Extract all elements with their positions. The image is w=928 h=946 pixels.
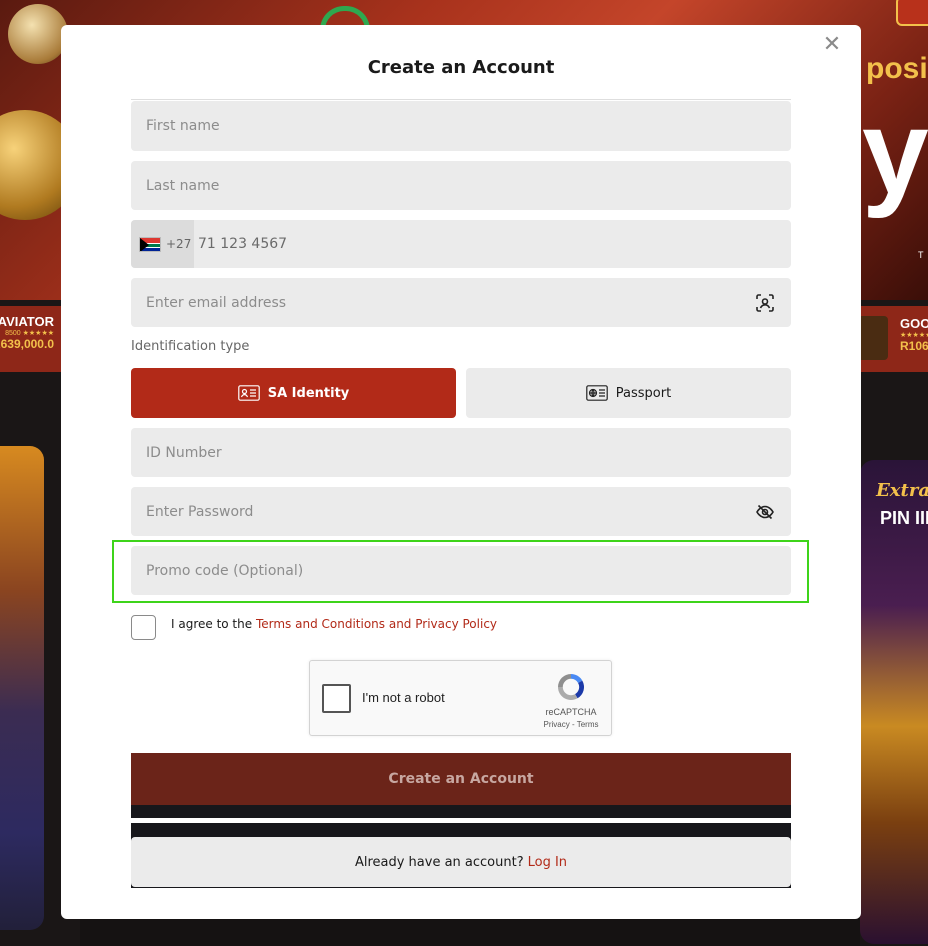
password-field[interactable]: Enter Password xyxy=(131,487,791,536)
email-field[interactable]: Enter email address xyxy=(131,278,791,327)
ticker-amount: R106 xyxy=(900,339,928,353)
header-button xyxy=(896,0,928,26)
game-card-left xyxy=(0,446,44,930)
id-type-label: Identification type xyxy=(131,339,250,354)
sa-identity-button[interactable]: SA Identity xyxy=(131,368,456,418)
ticker-stars: ★★★★★ 8500 xyxy=(5,330,54,337)
modal-title: Create an Account xyxy=(367,57,555,78)
dial-code: +27 xyxy=(166,237,192,251)
close-icon[interactable]: ✕ xyxy=(821,34,843,56)
banner-small-text: T xyxy=(918,250,924,260)
first-name-field[interactable]: First name xyxy=(131,101,791,151)
jackpot-ticker-left: AVIATOR ★★★★★ 8500 R639,000.0 xyxy=(0,306,62,372)
recaptcha-links[interactable]: Privacy - Terms xyxy=(531,720,611,729)
last-name-field[interactable]: Last name xyxy=(131,161,791,210)
jackpot-ticker-right: GOO ★★★★★ R106 xyxy=(858,306,928,372)
banner-big-text: y xyxy=(862,85,928,219)
password-placeholder: Enter Password xyxy=(146,503,254,520)
login-link[interactable]: Log In xyxy=(528,855,567,870)
passport-button[interactable]: Passport xyxy=(466,368,791,418)
recaptcha-label: I'm not a robot xyxy=(362,690,445,705)
id-number-field[interactable]: ID Number xyxy=(131,428,791,477)
registration-modal: ✕ Create an Account First name Last name… xyxy=(61,25,861,919)
game-card-right: Extra PIN III xyxy=(860,460,928,944)
create-account-button[interactable]: Create an Account xyxy=(131,753,791,805)
south-africa-flag-icon xyxy=(139,236,161,252)
game-card-title: Extra xyxy=(876,480,928,501)
recaptcha-logo-icon xyxy=(557,674,585,701)
banner-decoration xyxy=(8,4,68,64)
first-name-placeholder: First name xyxy=(146,118,220,134)
divider xyxy=(131,818,791,823)
agree-text: I agree to the xyxy=(171,617,253,631)
banner-text: posit xyxy=(866,52,928,85)
scroll-edge xyxy=(131,99,791,100)
ticker-game-title: GOO xyxy=(900,316,928,331)
phone-placeholder: 71 123 4567 xyxy=(198,236,288,252)
login-prompt-text: Already have an account? xyxy=(354,854,524,870)
last-name-placeholder: Last name xyxy=(146,177,220,194)
game-row-strip xyxy=(80,918,860,946)
ticker-game-title: AVIATOR xyxy=(0,314,54,329)
contact-scan-icon[interactable] xyxy=(755,293,775,313)
ticker-amount: R639,000.0 xyxy=(0,337,54,351)
ticker-stars: ★★★★★ xyxy=(900,332,928,339)
promo-code-placeholder: Promo code (Optional) xyxy=(146,562,304,579)
recaptcha-brand: reCAPTCHA xyxy=(545,707,597,717)
sa-identity-label: SA Identity xyxy=(267,385,350,401)
recaptcha-widget: I'm not a robot reCAPTCHA Privacy - Term… xyxy=(309,660,612,736)
terms-link[interactable]: Terms and Conditions and Privacy Policy xyxy=(256,617,497,631)
login-prompt: Already have an account? Log In xyxy=(131,837,791,887)
promo-code-field[interactable]: Promo code (Optional) xyxy=(131,546,791,595)
eye-off-icon[interactable] xyxy=(755,502,775,522)
country-code-selector[interactable]: +27 xyxy=(131,220,194,268)
id-number-placeholder: ID Number xyxy=(146,444,222,461)
terms-text: I agree to the Terms and Conditions and … xyxy=(171,617,497,631)
passport-label: Passport xyxy=(615,385,672,401)
game-card-subtitle: PIN III xyxy=(879,508,928,528)
email-placeholder: Enter email address xyxy=(146,294,287,311)
id-card-icon xyxy=(237,385,260,401)
recaptcha-checkbox[interactable] xyxy=(322,684,351,713)
terms-checkbox[interactable] xyxy=(131,615,156,640)
ticker-thumbnail xyxy=(858,316,888,360)
phone-field[interactable]: +27 71 123 4567 xyxy=(131,220,791,268)
passport-icon xyxy=(585,385,608,401)
